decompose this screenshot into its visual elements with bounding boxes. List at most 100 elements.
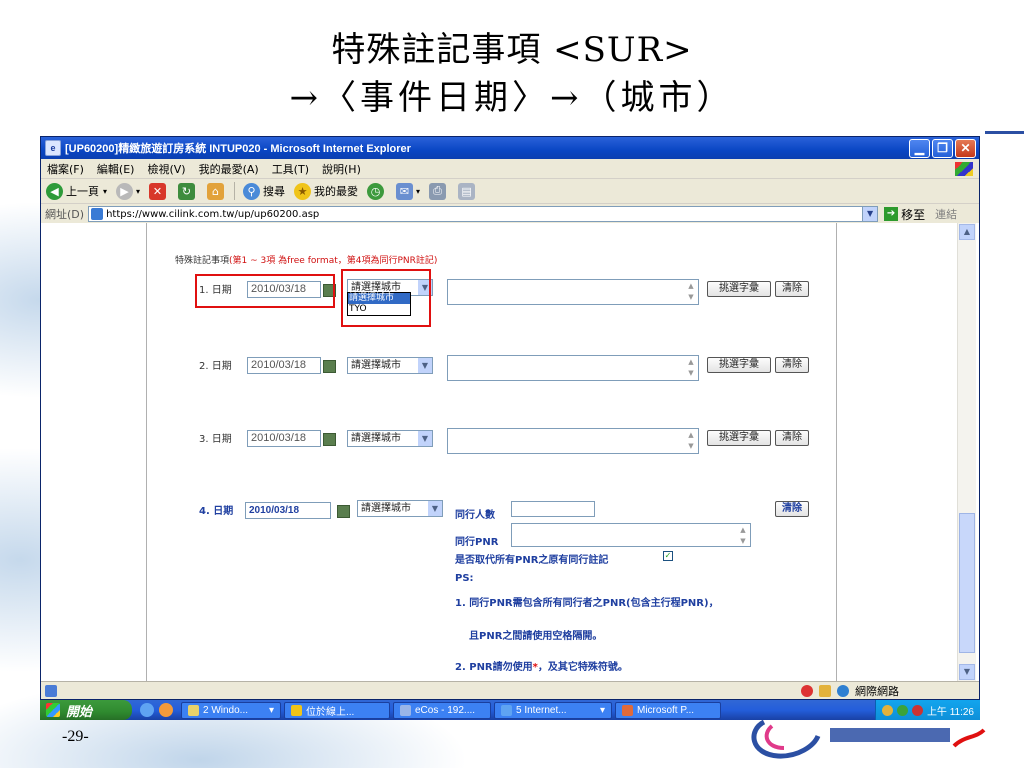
menu-view[interactable]: 檢視(V) — [147, 161, 185, 177]
links-label[interactable]: 連結 — [935, 206, 957, 222]
go-button[interactable]: ➔ 移至 — [884, 206, 925, 223]
window-titlebar[interactable]: e [UP60200]精緻旅遊訂房系統 INTUP020 - Microsoft… — [41, 137, 979, 159]
status-bar: 網際網路 — [41, 681, 979, 699]
restore-button[interactable]: ❐ — [932, 138, 953, 158]
menu-help[interactable]: 說明(H) — [322, 161, 361, 177]
row1-pick-words-button[interactable]: 挑選字彙 — [707, 281, 771, 297]
powerpoint-icon — [622, 704, 633, 716]
ie-icon — [501, 704, 512, 716]
replace-notes-checkbox[interactable]: ✓ — [663, 551, 673, 561]
start-button[interactable]: 開始 — [40, 700, 132, 720]
row3-date-input[interactable]: 2010/03/18 — [247, 430, 321, 447]
history-icon: ◷ — [367, 182, 385, 200]
task-label-4: 5 Internet... — [516, 704, 567, 716]
quick-launch — [140, 703, 173, 717]
menu-edit[interactable]: 編輯(E) — [97, 161, 135, 177]
user-icon — [291, 704, 302, 716]
address-input[interactable]: https://www.cilink.com.tw/up/up60200.asp… — [88, 206, 879, 222]
tray-security-icon[interactable] — [896, 704, 908, 716]
row4-calendar-icon[interactable] — [337, 505, 350, 518]
back-dropdown-icon: ▾ — [103, 186, 108, 196]
refresh-icon: ↻ — [178, 182, 196, 200]
row4-city-value: 請選擇城市 — [361, 503, 411, 514]
address-dropdown-icon[interactable]: ▼ — [862, 207, 878, 221]
print-button[interactable]: ⎙ — [429, 182, 449, 200]
edit-button[interactable]: ▤ — [458, 182, 478, 200]
row2-date-label: 2. 日期 — [199, 361, 232, 372]
row1-text-area[interactable]: ▲ ▼ — [447, 279, 699, 305]
menu-file[interactable]: 檔案(F) — [47, 161, 84, 177]
task-powerpoint[interactable]: Microsoft P... — [615, 701, 721, 719]
task-group-arrow-icon: ▾ — [268, 704, 274, 716]
back-button[interactable]: ◀ 上一頁 ▾ — [46, 182, 108, 200]
row4-date-input[interactable]: 2010/03/18 — [245, 502, 331, 519]
row2-clear-button[interactable]: 清除 — [775, 357, 809, 373]
edit-icon: ▤ — [458, 182, 476, 200]
row3-calendar-icon[interactable] — [323, 433, 336, 446]
address-bar: 網址(D) https://www.cilink.com.tw/up/up602… — [41, 204, 979, 225]
pnr-text-area[interactable]: ▲ ▼ — [511, 523, 751, 547]
row1-clear-button[interactable]: 清除 — [775, 281, 809, 297]
favorites-button[interactable]: ★ 我的最愛 — [294, 182, 358, 200]
row2-pick-words-button[interactable]: 挑選字彙 — [707, 357, 771, 373]
row2-calendar-icon[interactable] — [323, 360, 336, 373]
ie-quicklaunch-icon[interactable] — [140, 703, 154, 717]
row4-date-label: 4. 日期 — [199, 506, 234, 517]
history-button[interactable]: ◷ — [367, 182, 387, 200]
row4-city-select[interactable]: 請選擇城市 ▼ — [357, 500, 443, 517]
row4-clear-button[interactable]: 清除 — [775, 501, 809, 517]
mail-icon: ✉ — [396, 182, 414, 200]
row2-city-value: 請選擇城市 — [351, 360, 401, 371]
menu-favorites[interactable]: 我的最愛(A) — [199, 161, 259, 177]
task-ecos[interactable]: eCos - 192.... — [393, 701, 491, 719]
refresh-button[interactable]: ↻ — [178, 182, 198, 200]
row3-text-area[interactable]: ▲ ▼ — [447, 428, 699, 454]
tray-antivirus-icon[interactable] — [911, 704, 923, 716]
pnr-label: 同行PNR — [455, 537, 499, 548]
tray-network-icon[interactable] — [881, 704, 893, 716]
scroll-up-arrow-icon[interactable]: ▲ — [959, 224, 975, 240]
search-button[interactable]: ⚲ 搜尋 — [243, 182, 286, 200]
mail-button[interactable]: ✉ ▾ — [396, 182, 420, 200]
menu-tools[interactable]: 工具(T) — [272, 161, 309, 177]
row3-pick-words-button[interactable]: 挑選字彙 — [707, 430, 771, 446]
row2-text-area[interactable]: ▲ ▼ — [447, 355, 699, 381]
task-label-5: Microsoft P... — [637, 704, 695, 716]
task-internet-explorer[interactable]: 5 Internet... ▾ — [494, 701, 612, 719]
search-label: 搜尋 — [263, 185, 286, 198]
row3-textarea-scroll-icon: ▲ ▼ — [688, 431, 694, 450]
ie-page-icon: e — [45, 140, 61, 156]
row2-city-dropdown-icon: ▼ — [418, 358, 432, 373]
address-url: https://www.cilink.com.tw/up/up60200.asp — [106, 208, 320, 220]
scroll-down-arrow-icon[interactable]: ▼ — [959, 664, 975, 680]
internet-zone-icon — [837, 685, 849, 697]
status-page-icon — [45, 685, 57, 697]
firefox-quicklaunch-icon[interactable] — [159, 703, 173, 717]
page-scrollbar[interactable]: ▲ ▼ — [957, 223, 976, 681]
stop-button[interactable]: ✕ — [149, 182, 169, 200]
task-windows-explorer[interactable]: 2 Windo... ▾ — [181, 701, 281, 719]
row3-city-select[interactable]: 請選擇城市 ▼ — [347, 430, 433, 447]
form-heading: 特殊註記事項(第1 ~ 3項 為free format，第4項為同行PNR註記) — [175, 253, 437, 266]
slide-title-line2: →〈事件日期〉→（城市） — [289, 78, 735, 118]
task-online[interactable]: 位於線上... — [284, 701, 390, 719]
ps-note-1b: 且PNR之間請使用空格隔開。 — [469, 631, 603, 642]
page-icon — [91, 208, 104, 220]
row2-date-input[interactable]: 2010/03/18 — [247, 357, 321, 374]
row1-textarea-scroll-icon: ▲ ▼ — [688, 282, 694, 301]
windows-flag-icon — [955, 161, 973, 176]
row3-clear-button[interactable]: 清除 — [775, 430, 809, 446]
minimize-button[interactable]: ▁ — [909, 138, 930, 158]
forward-button[interactable]: ▶ ▾ — [116, 182, 140, 200]
ps-note-2: 2. PNR請勿使用*，及其它特殊符號。 — [455, 658, 628, 672]
popup-blocker-icon — [801, 685, 813, 697]
row2-city-select[interactable]: 請選擇城市 ▼ — [347, 357, 433, 374]
companions-input[interactable] — [511, 501, 595, 517]
toolbar-separator — [234, 182, 236, 200]
home-button[interactable]: ⌂ — [207, 182, 227, 200]
slide-accent-rule — [985, 131, 1024, 134]
close-button[interactable]: ✕ — [955, 138, 976, 158]
forward-arrow-icon: ▶ — [116, 182, 134, 200]
scroll-thumb[interactable] — [959, 513, 975, 653]
airline-logo — [751, 719, 986, 759]
